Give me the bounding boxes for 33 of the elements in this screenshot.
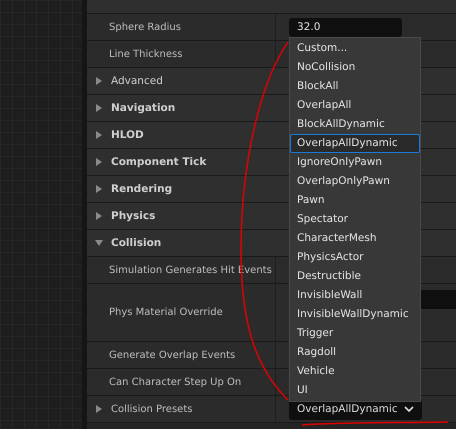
- menu-item[interactable]: Spectator: [290, 210, 420, 229]
- category-label[interactable]: Physics: [111, 210, 156, 222]
- menu-item[interactable]: OverlapAllDynamic: [290, 134, 420, 153]
- menu-item[interactable]: Custom...: [290, 39, 420, 58]
- menu-item[interactable]: OverlapOnlyPawn: [290, 172, 420, 191]
- menu-item[interactable]: BlockAll: [290, 77, 420, 96]
- property-label: Can Character Step Up On: [109, 376, 242, 388]
- menu-item[interactable]: InvisibleWallDynamic: [290, 305, 420, 324]
- menu-item[interactable]: Vehicle: [290, 362, 420, 381]
- property-label: Sphere Radius: [109, 22, 181, 32]
- category-label[interactable]: Component Tick: [111, 156, 206, 168]
- menu-item[interactable]: PhysicsActor: [290, 248, 420, 267]
- menu-item[interactable]: Ragdoll: [290, 343, 420, 362]
- menu-item[interactable]: Trigger: [290, 324, 420, 343]
- menu-item[interactable]: UI: [290, 381, 420, 400]
- property-label: Phys Material Override: [109, 307, 223, 318]
- property-label: Collision Presets: [111, 404, 192, 414]
- category-label[interactable]: HLOD: [111, 129, 144, 141]
- category-label[interactable]: Advanced: [111, 75, 163, 87]
- menu-item[interactable]: CharacterMesh: [290, 229, 420, 248]
- category-label[interactable]: Navigation: [111, 102, 176, 114]
- category-label[interactable]: Collision: [111, 237, 162, 249]
- menu-item[interactable]: Pawn: [290, 191, 420, 210]
- menu-item[interactable]: IgnoreOnlyPawn: [290, 153, 420, 172]
- menu-item[interactable]: Destructible: [290, 267, 420, 286]
- menu-item[interactable]: NoCollision: [290, 58, 420, 77]
- property-label: Line Thickness: [109, 48, 182, 60]
- menu-item[interactable]: OverlapAll: [290, 96, 420, 115]
- property-label: Generate Overlap Events: [109, 350, 236, 360]
- menu-item[interactable]: BlockAllDynamic: [290, 115, 420, 134]
- menu-item[interactable]: InvisibleWall: [290, 286, 420, 305]
- category-label[interactable]: Rendering: [111, 183, 172, 195]
- number-field[interactable]: 32.0: [289, 18, 402, 36]
